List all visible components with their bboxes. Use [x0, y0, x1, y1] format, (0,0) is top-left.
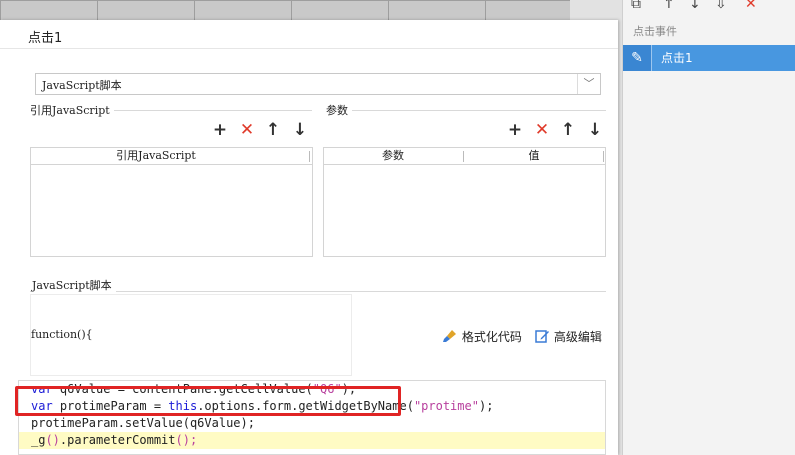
edit-icon: ✎: [623, 45, 652, 71]
move-up-icon[interactable]: ↑: [663, 0, 675, 12]
edit-icon: [535, 330, 549, 343]
dialog-title: 点击1: [28, 31, 63, 46]
code-line-3: protimeParam.setValue(q6Value);: [31, 416, 255, 430]
move-down-param-button[interactable]: ↓: [586, 121, 604, 139]
advanced-edit-button[interactable]: 高级编辑: [535, 328, 602, 345]
param-column-header: 参数: [382, 149, 404, 162]
add-ref-js-button[interactable]: +: [211, 121, 229, 139]
sort-icon[interactable]: ⇩: [715, 0, 727, 12]
delete-ref-js-button[interactable]: ✕: [238, 121, 256, 139]
chevron-down-icon[interactable]: ﹀: [577, 74, 600, 94]
script-type-value: JavaScript脚本: [42, 79, 122, 92]
code-line-4: _g().parameterCommit();: [19, 432, 605, 449]
move-down-icon[interactable]: ↓: [689, 0, 701, 12]
annotation-highlight-box: [15, 386, 401, 416]
script-group-label: JavaScript脚本: [32, 277, 116, 293]
event-editor-dialog: 点击1 JavaScript脚本 ﹀ 引用JavaScript + ✕ ↑ ↓ …: [0, 20, 618, 455]
move-down-ref-js-button[interactable]: ↓: [291, 121, 309, 139]
function-signature: function(){: [31, 328, 93, 341]
delete-event-icon[interactable]: ✕: [745, 0, 757, 12]
format-code-button[interactable]: 格式化代码: [442, 328, 522, 345]
event-item-selected[interactable]: ✎ 点击1: [623, 45, 795, 71]
move-up-ref-js-button[interactable]: ↑: [264, 121, 282, 139]
delete-param-button[interactable]: ✕: [533, 121, 551, 139]
ref-js-list[interactable]: 引用JavaScript: [30, 147, 313, 257]
event-toolbar: ⧉ ↑ ↓ ⇩ ✕: [623, 0, 795, 16]
params-list[interactable]: 参数 值: [323, 147, 606, 257]
ref-js-list-header: 引用JavaScript: [31, 148, 312, 165]
event-panel: ⧉ ↑ ↓ ⇩ ✕ 点击事件 ✎ 点击1: [622, 0, 795, 455]
value-column-header: 值: [528, 149, 540, 162]
params-group-label: 参数: [326, 102, 352, 118]
format-code-label: 格式化代码: [461, 330, 522, 344]
move-up-param-button[interactable]: ↑: [559, 121, 577, 139]
event-list-header: 点击事件: [633, 25, 677, 38]
brush-icon: [443, 330, 456, 342]
params-group-line: [326, 110, 606, 111]
event-item-label: 点击1: [661, 51, 693, 65]
title-separator: [0, 48, 618, 49]
script-group-line: [30, 291, 606, 292]
ref-js-group-label: 引用JavaScript: [30, 102, 114, 118]
advanced-edit-label: 高级编辑: [553, 330, 602, 344]
copy-icon[interactable]: ⧉: [631, 0, 641, 12]
add-param-button[interactable]: +: [506, 121, 524, 139]
column-separator: [603, 151, 604, 162]
params-list-header: 参数 值: [324, 148, 605, 165]
script-type-select[interactable]: JavaScript脚本 ﹀: [35, 73, 601, 95]
ref-js-column-header: 引用JavaScript: [116, 149, 196, 162]
column-separator: [309, 151, 310, 162]
